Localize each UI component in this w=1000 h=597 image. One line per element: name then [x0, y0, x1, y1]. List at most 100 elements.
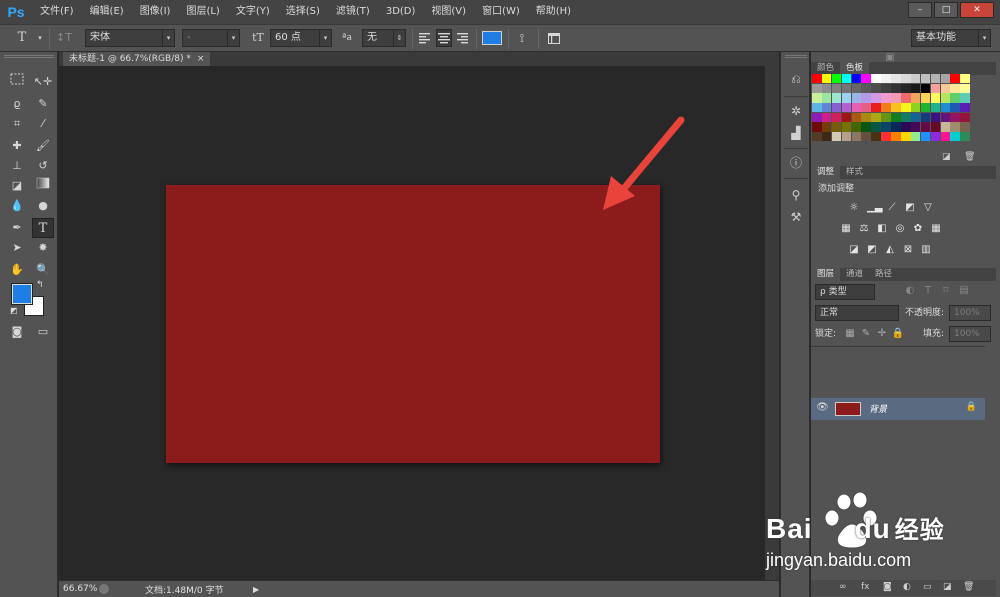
lock-position-icon[interactable]: ✛: [875, 328, 889, 340]
color-swatch[interactable]: [861, 112, 871, 123]
trash-icon[interactable]: 🗑: [963, 582, 974, 592]
font-family-select[interactable]: 宋体 ▾: [85, 29, 175, 47]
color-swatch[interactable]: [940, 112, 951, 123]
gradient-tool-icon[interactable]: [32, 176, 54, 196]
levels-icon[interactable]: ▁▃: [867, 202, 882, 214]
clone-stamp-tool-icon[interactable]: ⊥: [6, 156, 28, 176]
color-swatch[interactable]: [812, 122, 822, 132]
color-swatch[interactable]: [812, 103, 822, 113]
color-swatch[interactable]: [812, 93, 822, 103]
color-swatch[interactable]: [851, 103, 862, 113]
black-white-icon[interactable]: ◧: [875, 223, 889, 235]
fill-input[interactable]: 100%: [949, 326, 991, 342]
hue-saturation-icon[interactable]: ▦: [839, 223, 853, 235]
document-tab[interactable]: 未标题-1 @ 66.7%(RGB/8) * ×: [63, 52, 211, 66]
pen-tool-icon[interactable]: ✒: [6, 218, 28, 238]
color-swatch[interactable]: [831, 132, 842, 142]
color-swatch[interactable]: [831, 83, 842, 93]
color-swatch[interactable]: [930, 132, 941, 142]
color-swatch[interactable]: [901, 122, 911, 132]
color-swatch[interactable]: [940, 132, 951, 142]
color-swatch[interactable]: [831, 93, 842, 103]
document-canvas[interactable]: [166, 185, 660, 463]
color-swatch[interactable]: [881, 122, 891, 132]
color-swatch[interactable]: [841, 74, 852, 84]
color-swatch[interactable]: [950, 83, 960, 93]
workspace-select[interactable]: 基本功能 ▾: [911, 29, 991, 47]
vibrance-icon[interactable]: ▽: [921, 202, 935, 214]
screen-mode-icon[interactable]: ▭: [32, 322, 54, 342]
color-swatch[interactable]: [871, 122, 881, 132]
color-lookup-icon[interactable]: ▦: [929, 223, 943, 235]
tab-channels[interactable]: 通道: [840, 268, 869, 281]
color-swatch[interactable]: [871, 74, 881, 84]
color-swatch[interactable]: [930, 83, 941, 93]
dock-grip[interactable]: [785, 55, 807, 58]
filter-shape-icon[interactable]: ⌑: [939, 285, 953, 297]
color-swatch[interactable]: [960, 83, 970, 93]
tab-styles[interactable]: 样式: [840, 166, 869, 179]
color-swatch[interactable]: [920, 122, 931, 132]
history-brush-tool-icon[interactable]: ↺: [32, 156, 54, 176]
blur-tool-icon[interactable]: 💧: [6, 196, 28, 216]
color-swatch[interactable]: [950, 112, 960, 123]
color-swatch[interactable]: [831, 122, 842, 132]
chevron-down-icon[interactable]: ▾: [36, 29, 44, 47]
color-swatch[interactable]: [950, 93, 960, 103]
color-swatch[interactable]: [851, 112, 862, 123]
play-arrow-icon[interactable]: ▶: [253, 585, 259, 594]
lasso-tool-icon[interactable]: ϱ: [6, 94, 28, 114]
color-swatch[interactable]: [940, 103, 951, 113]
color-swatch[interactable]: [851, 122, 862, 132]
threshold-icon[interactable]: ◭: [883, 244, 897, 256]
color-swatch[interactable]: [831, 74, 842, 84]
text-tool-preset-icon[interactable]: T: [14, 29, 30, 47]
exposure-icon[interactable]: ◩: [903, 202, 917, 214]
swap-colors-icon[interactable]: ↰: [36, 280, 44, 290]
lock-transparent-icon[interactable]: ▦: [843, 328, 857, 340]
menu-item[interactable]: 文字(Y): [228, 0, 278, 24]
photo-filter-icon[interactable]: ◎: [893, 223, 907, 235]
minimize-button[interactable]: –: [908, 2, 932, 18]
color-swatch[interactable]: [841, 83, 852, 93]
color-swatch[interactable]: [930, 122, 941, 132]
color-swatch[interactable]: [871, 103, 881, 113]
color-swatch[interactable]: [891, 74, 901, 84]
color-swatch[interactable]: [960, 112, 970, 123]
filter-type-icon[interactable]: T: [921, 285, 935, 297]
color-swatch[interactable]: [940, 74, 951, 84]
menu-item[interactable]: 3D(D): [378, 0, 424, 24]
custom-shape-tool-icon[interactable]: ✸: [32, 238, 54, 258]
close-tab-icon[interactable]: ×: [197, 52, 205, 66]
foreground-color-swatch[interactable]: [11, 283, 33, 305]
color-swatch[interactable]: [871, 83, 881, 93]
color-swatch[interactable]: [910, 122, 921, 132]
color-swatch[interactable]: [861, 103, 871, 113]
history-panel-icon[interactable]: ⎌: [787, 70, 805, 88]
color-swatch[interactable]: [920, 132, 931, 142]
filter-smart-icon[interactable]: ▤: [957, 285, 971, 297]
color-balance-icon[interactable]: ⚖: [857, 223, 871, 235]
font-size-select[interactable]: 60 点 ▾: [270, 29, 332, 47]
default-colors-icon[interactable]: ◩: [10, 306, 18, 315]
text-color-swatch[interactable]: [482, 31, 502, 45]
color-swatch[interactable]: [940, 83, 951, 93]
color-swatch[interactable]: [920, 83, 931, 93]
navigator-panel-icon[interactable]: ✲: [787, 102, 805, 120]
layer-row[interactable]: 👁 背景 🔒: [811, 398, 985, 420]
color-swatch[interactable]: [851, 74, 862, 84]
blend-mode-select[interactable]: 正常: [815, 305, 899, 321]
brush-tool-icon[interactable]: 🖌: [32, 136, 54, 156]
invert-icon[interactable]: ◪: [847, 244, 861, 256]
color-swatch[interactable]: [901, 103, 911, 113]
color-swatch[interactable]: [881, 103, 891, 113]
eye-icon[interactable]: 👁: [816, 402, 829, 413]
new-swatch-icon[interactable]: ◪: [942, 152, 951, 162]
tab-adjustments[interactable]: 调整: [811, 166, 841, 179]
color-swatch[interactable]: [960, 103, 970, 113]
color-swatch[interactable]: [812, 74, 822, 84]
antialias-select[interactable]: 无 ⇕: [362, 29, 406, 47]
color-swatch[interactable]: [910, 83, 921, 93]
menu-item[interactable]: 选择(S): [278, 0, 328, 24]
color-swatch[interactable]: [871, 112, 881, 123]
